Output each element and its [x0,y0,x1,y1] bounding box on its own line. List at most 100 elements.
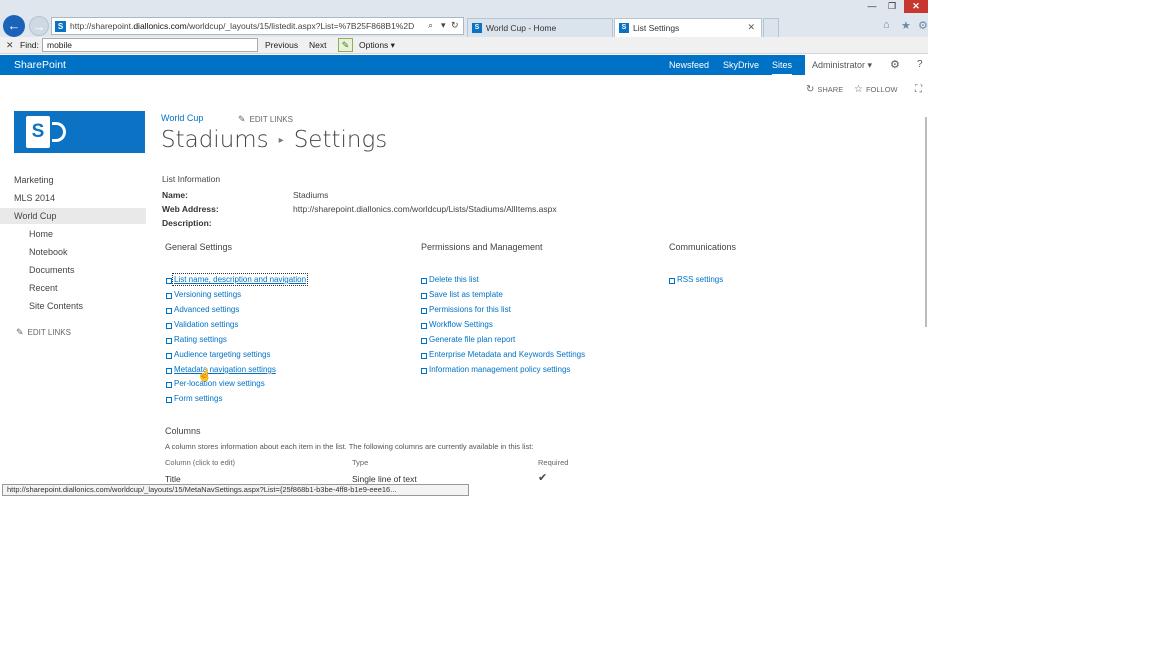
find-input[interactable] [42,38,258,52]
title-list-link[interactable]: Stadiums [161,127,269,153]
link-workflow-settings[interactable]: Workflow Settings [421,320,493,329]
link-metadata-navigation-settings[interactable]: Metadata navigation settings [166,365,276,374]
window-minimize-button[interactable]: — [862,0,882,13]
link-versioning-settings[interactable]: Versioning settings [165,290,241,299]
link-form-settings[interactable]: Form settings [165,394,222,403]
page-scrollbar[interactable] [922,105,928,497]
newsfeed-link[interactable]: Newsfeed [669,60,709,70]
left-nav-sub-recent[interactable]: Recent [29,283,58,293]
sharepoint-logo-icon: S [26,116,50,148]
focus-icon[interactable]: ⛶ [915,84,925,95]
site-logo[interactable]: S [14,111,145,153]
follow-button[interactable]: ☆ FOLLOW [854,84,898,95]
sharepoint-suite-bar: SharePoint Newsfeed SkyDrive Sites Admin… [0,55,928,77]
column-header-name: Column (click to edit) [165,458,236,467]
status-bar-url: http://sharepoint.diallonics.com/worldcu… [2,484,469,496]
sites-link[interactable]: Sites [772,60,793,77]
sharepoint-favicon-icon: S [55,21,66,32]
link-per-location-view-settings[interactable]: Per-location view settings [166,379,265,388]
dropdown-icon[interactable]: ▾ [441,20,446,31]
help-icon[interactable]: ? [917,59,923,70]
link-validation-settings[interactable]: Validation settings [165,320,238,329]
close-find-icon[interactable]: ✕ [6,40,14,51]
link-save-list-as-template[interactable]: Save list as template [421,290,503,299]
communications-heading: Communications [669,242,737,252]
sharepoint-brand[interactable]: SharePoint [14,59,66,71]
link-audience-targeting-settings[interactable]: Audience targeting settings [166,350,271,359]
find-options-button[interactable]: Options ▾ [359,40,395,51]
share-button[interactable]: ↻ SHARE [806,84,843,95]
link-generate-file-plan-report[interactable]: Generate file plan report [420,335,515,344]
columns-description: A column stores information about each i… [165,442,534,451]
mouse-cursor-icon: ☝ [197,368,212,382]
name-label: Name: [162,190,188,200]
column-header-type: Type [352,458,369,467]
skydrive-link[interactable]: SkyDrive [723,60,759,70]
link-advanced-settings[interactable]: Advanced settings [165,305,239,314]
edit-links-top[interactable]: ✎ EDIT LINKS [238,114,293,125]
scrollbar-thumb[interactable] [925,117,927,327]
link-information-management-policy[interactable]: Information management policy settings [420,365,570,374]
left-nav-item-mls-2014[interactable]: MLS 2014 [0,190,146,206]
home-icon[interactable]: ⌂ [883,19,890,31]
pencil-icon: ✎ [16,327,24,337]
link-permissions-for-this-list[interactable]: Permissions for this list [421,305,511,314]
browser-toolbar: — ❐ ✕ ← → S http://sharepoint.diallonics… [0,0,928,37]
left-nav-sub-home[interactable]: Home [29,229,53,239]
follow-star-icon: ☆ [854,84,863,95]
left-nav-item-world-cup[interactable]: World Cup [0,208,146,224]
link-delete-this-list[interactable]: Delete this list [421,275,479,284]
left-nav-item-marketing[interactable]: Marketing [0,172,146,188]
tab-list-settings[interactable]: S List Settings ✕ [614,18,762,37]
sharepoint-favicon-icon: S [619,23,629,33]
description-label: Description: [162,218,212,228]
highlight-pencil-icon[interactable]: ✎ [338,38,353,52]
left-nav-sub-site-contents[interactable]: Site Contents [29,301,83,311]
refresh-icon[interactable]: ↻ [451,20,459,31]
breadcrumb-separator-icon: ▸ [278,135,284,146]
find-previous-button[interactable]: Previous [265,40,298,50]
pencil-icon: ✎ [238,114,246,124]
column-row-title-name[interactable]: Title [165,474,181,484]
link-rss-settings[interactable]: RSS settings [668,275,723,284]
web-address-value: http://sharepoint.diallonics.com/worldcu… [293,204,557,214]
settings-gear-icon[interactable]: ⚙ [918,19,928,32]
checkmark-icon: ✔ [538,472,548,484]
find-bar: ✕ Find: Previous Next ✎ Options ▾ [0,37,928,54]
forward-arrow-icon[interactable]: → [29,16,49,36]
link-enterprise-metadata-keywords[interactable]: Enterprise Metadata and Keywords Setting… [420,350,585,359]
link-list-name-description-navigation[interactable]: List name, description and navigation [165,273,309,286]
user-menu[interactable]: Administrator ▾ [805,55,885,75]
find-label: Find: [20,40,39,50]
search-icon[interactable]: ⌕ [428,20,433,31]
tab-world-cup-home[interactable]: S World Cup - Home [467,18,613,37]
list-information-heading: List Information [162,174,221,184]
link-rating-settings[interactable]: Rating settings [166,335,227,344]
sharepoint-favicon-icon: S [472,23,482,33]
name-value: Stadiums [293,190,329,200]
settings-gear-icon[interactable]: ⚙ [890,58,900,71]
logo-arrow-shape [52,122,66,142]
window-close-button[interactable]: ✕ [904,0,928,13]
left-nav-sub-notebook[interactable]: Notebook [29,247,68,257]
window-maximize-button[interactable]: ❐ [882,0,902,13]
share-icon: ↻ [806,84,815,95]
favorites-star-icon[interactable]: ★ [901,19,911,32]
left-nav-sub-documents[interactable]: Documents [29,265,75,275]
find-next-button[interactable]: Next [309,40,326,50]
breadcrumb-site-link[interactable]: World Cup [161,113,203,123]
back-arrow-icon[interactable]: ← [3,15,25,37]
address-bar[interactable]: S http://sharepoint.diallonics.com/world… [51,17,464,35]
edit-links-left[interactable]: ✎ EDIT LINKS [16,327,71,338]
columns-heading: Columns [165,426,201,436]
title-page: Settings [293,127,388,153]
browser-window: — ❐ ✕ ← → S http://sharepoint.diallonics… [0,0,928,497]
close-icon[interactable]: ✕ [747,22,755,33]
column-row-title-type: Single line of text [352,474,417,484]
address-url: http://sharepoint.diallonics.com/worldcu… [70,21,415,31]
general-settings-heading: General Settings [165,242,233,252]
column-header-required: Required [538,458,569,467]
new-tab-button[interactable] [763,18,779,37]
user-name: Administrator ▾ [812,60,873,70]
permissions-heading: Permissions and Management [421,242,543,252]
